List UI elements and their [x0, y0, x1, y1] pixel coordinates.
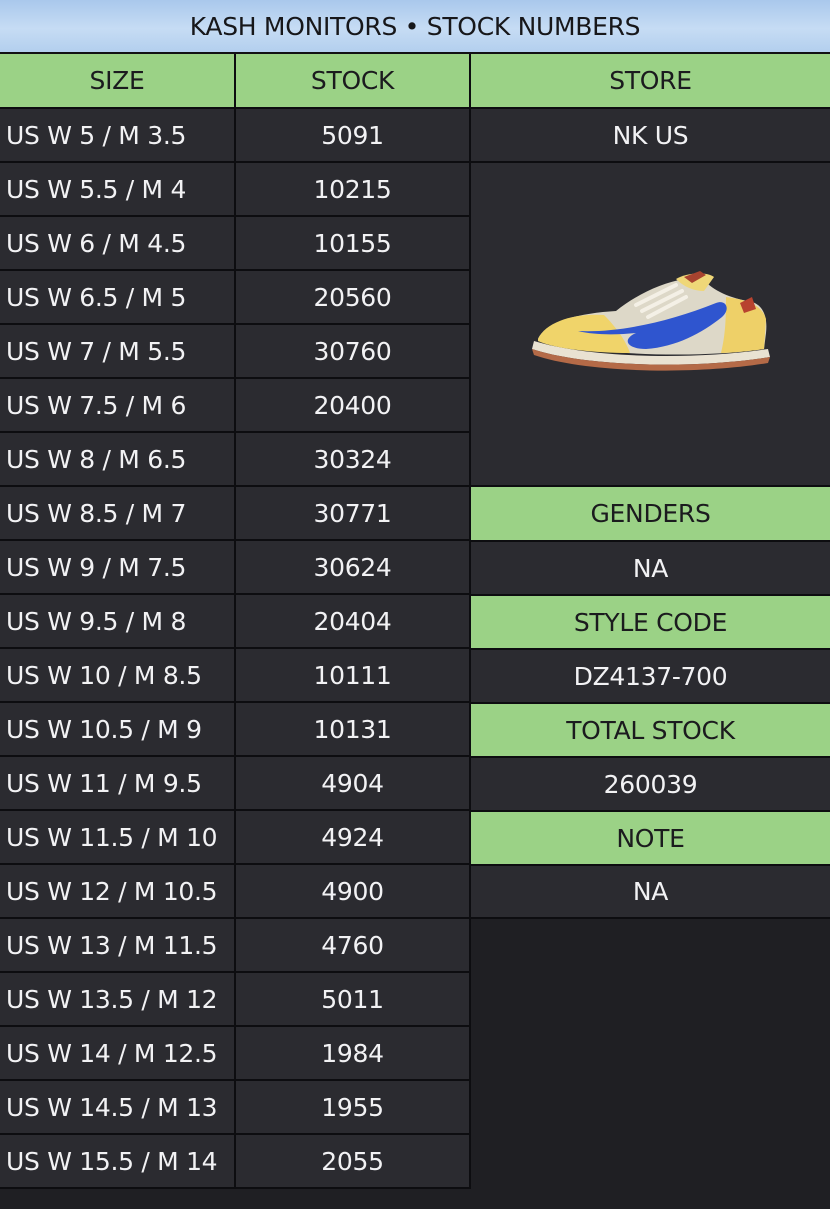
stock-cell: 30771 [236, 487, 471, 541]
stock-cell: 30760 [236, 325, 471, 379]
size-cell: US W 13 / M 11.5 [0, 919, 236, 973]
sneaker-icon [526, 269, 776, 379]
stock-cell: 20400 [236, 379, 471, 433]
stock-cell: 5011 [236, 973, 471, 1027]
header-store: STORE [471, 54, 830, 109]
stock-cell: 10215 [236, 163, 471, 217]
genders-value: NA [471, 542, 830, 596]
stock-cell: 1955 [236, 1081, 471, 1135]
size-cell: US W 8 / M 6.5 [0, 433, 236, 487]
size-cell: US W 11 / M 9.5 [0, 757, 236, 811]
size-cell: US W 6 / M 4.5 [0, 217, 236, 271]
sheet-title: KASH MONITORS • STOCK NUMBERS [0, 0, 830, 54]
stock-cell: 4924 [236, 811, 471, 865]
size-cell: US W 6.5 / M 5 [0, 271, 236, 325]
stock-cell: 10111 [236, 649, 471, 703]
stock-cell: 20560 [236, 271, 471, 325]
stock-cell: 30324 [236, 433, 471, 487]
total-stock-label: TOTAL STOCK [471, 704, 830, 758]
empty-side-area [471, 919, 830, 1189]
size-cell: US W 12 / M 10.5 [0, 865, 236, 919]
stock-cell: 10155 [236, 217, 471, 271]
stock-cell: 20404 [236, 595, 471, 649]
stock-sheet: KASH MONITORS • STOCK NUMBERS SIZE STOCK… [0, 0, 830, 1209]
stock-cell: 1984 [236, 1027, 471, 1081]
stock-cell: 2055 [236, 1135, 471, 1189]
style-code-label: STYLE CODE [471, 596, 830, 650]
genders-label: GENDERS [471, 487, 830, 542]
stock-cell: 10131 [236, 703, 471, 757]
size-cell: US W 14.5 / M 13 [0, 1081, 236, 1135]
size-cell: US W 7.5 / M 6 [0, 379, 236, 433]
stock-cell: 5091 [236, 109, 471, 163]
style-code-value: DZ4137-700 [471, 650, 830, 704]
size-cell: US W 14 / M 12.5 [0, 1027, 236, 1081]
stock-cell: 4760 [236, 919, 471, 973]
size-cell: US W 13.5 / M 12 [0, 973, 236, 1027]
size-cell: US W 9.5 / M 8 [0, 595, 236, 649]
stock-cell: 4900 [236, 865, 471, 919]
header-stock: STOCK [236, 54, 471, 109]
size-cell: US W 15.5 / M 14 [0, 1135, 236, 1189]
product-image [471, 163, 830, 487]
total-stock-value: 260039 [471, 758, 830, 812]
size-cell: US W 5.5 / M 4 [0, 163, 236, 217]
size-cell: US W 10 / M 8.5 [0, 649, 236, 703]
note-value: NA [471, 866, 830, 919]
size-cell: US W 9 / M 7.5 [0, 541, 236, 595]
size-cell: US W 8.5 / M 7 [0, 487, 236, 541]
size-cell: US W 10.5 / M 9 [0, 703, 236, 757]
size-cell: US W 11.5 / M 10 [0, 811, 236, 865]
size-cell: US W 7 / M 5.5 [0, 325, 236, 379]
stock-cell: 30624 [236, 541, 471, 595]
header-size: SIZE [0, 54, 236, 109]
size-cell: US W 5 / M 3.5 [0, 109, 236, 163]
stock-cell: 4904 [236, 757, 471, 811]
store-value: NK US [471, 109, 830, 163]
note-label: NOTE [471, 812, 830, 866]
